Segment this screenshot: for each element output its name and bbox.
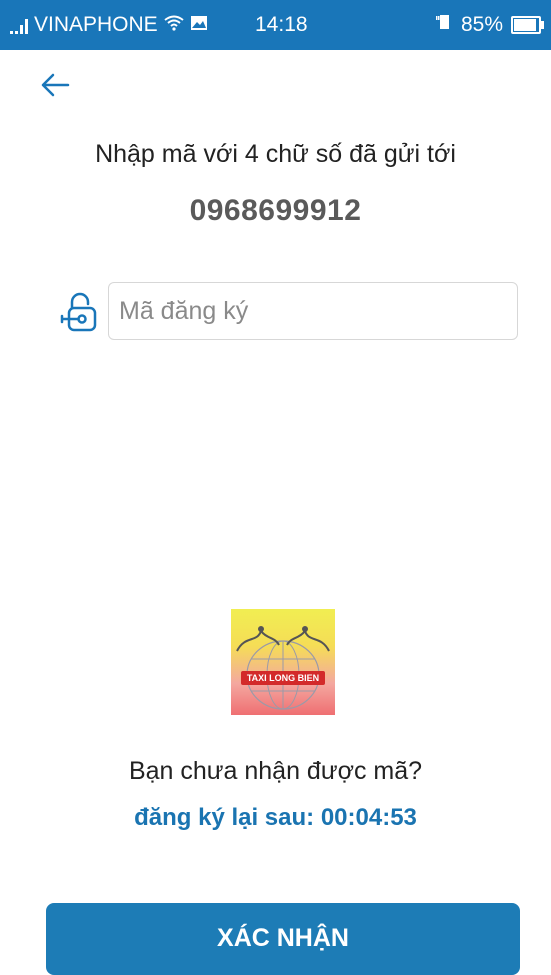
unlock-icon [58, 290, 102, 334]
no-code-question: Bạn chưa nhận được mã? [128, 757, 423, 785]
signal-icon [10, 16, 28, 34]
status-bar: VINAPHONE 14:18 85% [0, 0, 551, 50]
status-time: 14:18 [255, 13, 308, 36]
carrier-name: VINAPHONE [34, 13, 158, 36]
phone-number: 0968699912 [189, 194, 362, 227]
wifi-icon [164, 13, 184, 37]
resend-label: đăng ký lại sau: [134, 804, 315, 831]
battery-icon [511, 16, 544, 34]
status-right: 85% [435, 0, 544, 50]
confirm-button[interactable]: XÁC NHẬN [46, 903, 520, 975]
vibrate-icon [435, 13, 453, 37]
logo-text: TAXI LONG BIEN [241, 671, 325, 685]
instruction-text: Nhập mã với 4 chữ số đã gửi tới [95, 140, 456, 168]
back-button[interactable] [30, 62, 80, 108]
status-left: VINAPHONE [10, 0, 208, 50]
battery-percent: 85% [460, 13, 503, 36]
globe-dragon-icon [236, 626, 330, 710]
taxi-long-bien-logo: TAXI LONG BIEN [231, 609, 335, 715]
arrow-left-icon [41, 73, 70, 97]
countdown-timer: 00:04:53 [320, 804, 417, 831]
resend-countdown[interactable]: đăng ký lại sau: 00:04:53 [0, 804, 551, 832]
registration-code-input[interactable] [108, 282, 518, 340]
image-notification-icon [190, 13, 208, 37]
